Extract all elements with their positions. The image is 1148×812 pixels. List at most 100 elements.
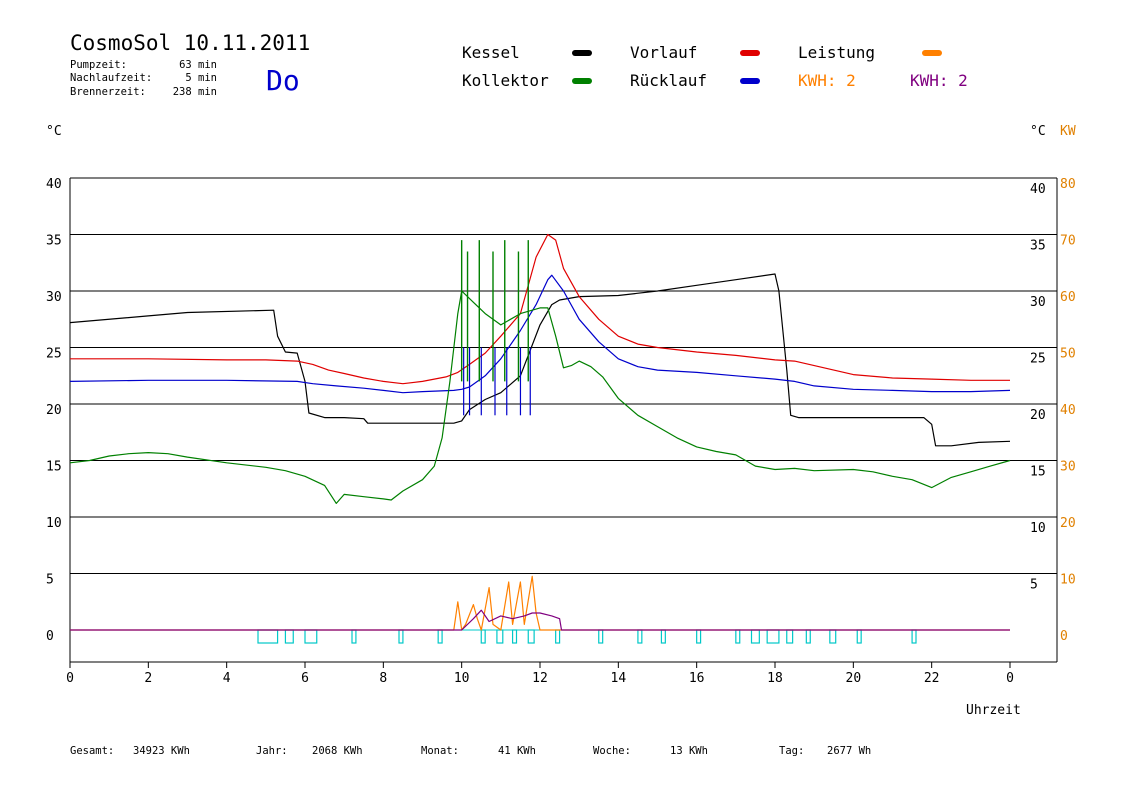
pump-pulse-13 bbox=[660, 629, 666, 644]
axis-ticks: 0510152025303540510152025303540010203040… bbox=[46, 177, 1076, 686]
stat-value-nachlaufzeit: 5 min bbox=[185, 72, 217, 84]
pump-pulse-3 bbox=[351, 629, 357, 644]
stat-label-brennerzeit: Brennerzeit: bbox=[70, 86, 146, 98]
stat-value-pumpzeit: 63 min bbox=[179, 59, 217, 71]
left-axis-unit: °C bbox=[46, 124, 62, 139]
x-tick-3: 6 bbox=[301, 671, 309, 686]
x-tick-6: 12 bbox=[532, 671, 548, 686]
pump-pulse-14 bbox=[696, 629, 702, 644]
legend-label-kessel: Kessel bbox=[462, 43, 520, 62]
y-tick-kw-30: 30 bbox=[1060, 460, 1076, 475]
pump-pulse-18 bbox=[786, 629, 794, 644]
y-tick-right-30: 30 bbox=[1030, 295, 1046, 310]
pump-activity bbox=[257, 629, 917, 644]
x-tick-0: 0 bbox=[66, 671, 74, 686]
series-layer bbox=[69, 233, 1011, 631]
footer-woche-value: 13 KWh bbox=[670, 745, 708, 757]
y-tick-left-20: 20 bbox=[46, 403, 62, 418]
pump-pulse-12 bbox=[637, 629, 643, 644]
y-tick-left-15: 15 bbox=[46, 460, 62, 475]
pump-pulse-6 bbox=[480, 629, 486, 644]
footer-monat-value: 41 KWh bbox=[498, 745, 536, 757]
x-tick-9: 18 bbox=[767, 671, 783, 686]
x-tick-10: 20 bbox=[846, 671, 862, 686]
y-tick-kw-60: 60 bbox=[1060, 290, 1076, 305]
series-line-kollektor bbox=[69, 290, 1011, 504]
y-tick-left-0: 0 bbox=[46, 629, 54, 644]
x-tick-8: 16 bbox=[689, 671, 705, 686]
x-tick-5: 10 bbox=[454, 671, 470, 686]
pump-pulse-1 bbox=[284, 629, 294, 644]
stat-value-brennerzeit: 238 min bbox=[173, 86, 217, 98]
y-tick-kw-50: 50 bbox=[1060, 347, 1076, 362]
x-tick-7: 14 bbox=[611, 671, 627, 686]
y-tick-right-5: 5 bbox=[1030, 578, 1038, 593]
legend-kwh-purple: KWH: 2 bbox=[910, 71, 968, 90]
footer-tag-label: Tag: bbox=[779, 745, 804, 757]
x-tick-2: 4 bbox=[223, 671, 231, 686]
legend-label-leistung: Leistung bbox=[798, 43, 875, 62]
footer-totals: Gesamt: 34923 KWh Jahr: 2068 KWh Monat: … bbox=[70, 745, 871, 757]
pump-pulse-7 bbox=[496, 629, 504, 644]
legend-label-ruecklauf: Rücklauf bbox=[630, 71, 707, 90]
pump-pulse-8 bbox=[511, 629, 518, 644]
chart-title: CosmoSol 10.11.2011 bbox=[70, 31, 310, 55]
pump-pulse-17 bbox=[766, 629, 780, 644]
y-tick-right-35: 35 bbox=[1030, 239, 1046, 254]
pump-pulse-5 bbox=[437, 629, 443, 644]
stats-block: Pumpzeit: 63 min Nachlaufzeit: 5 min Bre… bbox=[70, 59, 217, 98]
footer-tag-value: 2677 Wh bbox=[827, 745, 871, 757]
pump-pulse-4 bbox=[398, 629, 404, 644]
right-axis-unit: °C bbox=[1030, 124, 1046, 139]
footer-gesamt-label: Gesamt: bbox=[70, 745, 114, 757]
pump-pulse-10 bbox=[555, 629, 561, 644]
legend-label-kollektor: Kollektor bbox=[462, 71, 549, 90]
solar-chart: CosmoSol 10.11.2011 Do Pumpzeit: 63 min … bbox=[46, 31, 1076, 757]
footer-jahr-value: 2068 KWh bbox=[312, 745, 363, 757]
y-tick-right-25: 25 bbox=[1030, 352, 1046, 367]
footer-woche-label: Woche: bbox=[593, 745, 631, 757]
y-tick-kw-70: 70 bbox=[1060, 234, 1076, 249]
y-tick-kw-80: 80 bbox=[1060, 177, 1076, 192]
series-line-kwh_purple bbox=[70, 609, 1010, 631]
pump-pulse-21 bbox=[856, 629, 862, 644]
pump-pulse-19 bbox=[805, 629, 811, 644]
x-tick-4: 8 bbox=[379, 671, 387, 686]
x-tick-1: 2 bbox=[144, 671, 152, 686]
y-tick-left-10: 10 bbox=[46, 516, 62, 531]
y-tick-kw-20: 20 bbox=[1060, 516, 1076, 531]
pump-pulse-22 bbox=[911, 629, 917, 644]
pump-pulse-0 bbox=[257, 629, 279, 644]
y-tick-right-20: 20 bbox=[1030, 408, 1046, 423]
y-tick-right-15: 15 bbox=[1030, 465, 1046, 480]
pump-pulse-11 bbox=[598, 629, 604, 644]
y-tick-kw-0: 0 bbox=[1060, 629, 1068, 644]
y-tick-right-10: 10 bbox=[1030, 521, 1046, 536]
right-axis-unit-kw: KW bbox=[1060, 124, 1076, 139]
series-line-vorlauf bbox=[70, 233, 1010, 385]
stat-label-pumpzeit: Pumpzeit: bbox=[70, 59, 127, 71]
x-tick-11: 22 bbox=[924, 671, 940, 686]
footer-monat-label: Monat: bbox=[421, 745, 459, 757]
legend-label-vorlauf: Vorlauf bbox=[630, 43, 697, 62]
y-tick-left-5: 5 bbox=[46, 573, 54, 588]
y-tick-left-35: 35 bbox=[46, 234, 62, 249]
pump-pulse-16 bbox=[750, 629, 760, 644]
y-tick-kw-40: 40 bbox=[1060, 403, 1076, 418]
legend-kwh-orange: KWH: 2 bbox=[798, 71, 856, 90]
y-tick-right-40: 40 bbox=[1030, 182, 1046, 197]
y-tick-left-30: 30 bbox=[46, 290, 62, 305]
grid bbox=[70, 177, 1057, 631]
pump-pulse-20 bbox=[829, 629, 837, 644]
series-line-leistung bbox=[70, 575, 1010, 631]
footer-gesamt-value: 34923 KWh bbox=[133, 745, 190, 757]
day-label: Do bbox=[266, 64, 300, 97]
stat-label-nachlaufzeit: Nachlaufzeit: bbox=[70, 72, 152, 84]
pump-pulse-9 bbox=[527, 629, 535, 644]
footer-jahr-label: Jahr: bbox=[256, 745, 288, 757]
y-tick-left-40: 40 bbox=[46, 177, 62, 192]
pump-pulse-2 bbox=[304, 629, 318, 644]
legend: Kessel Kollektor Vorlauf Rücklauf Leistu… bbox=[462, 43, 968, 90]
pump-pulse-15 bbox=[735, 629, 741, 644]
y-tick-left-25: 25 bbox=[46, 347, 62, 362]
